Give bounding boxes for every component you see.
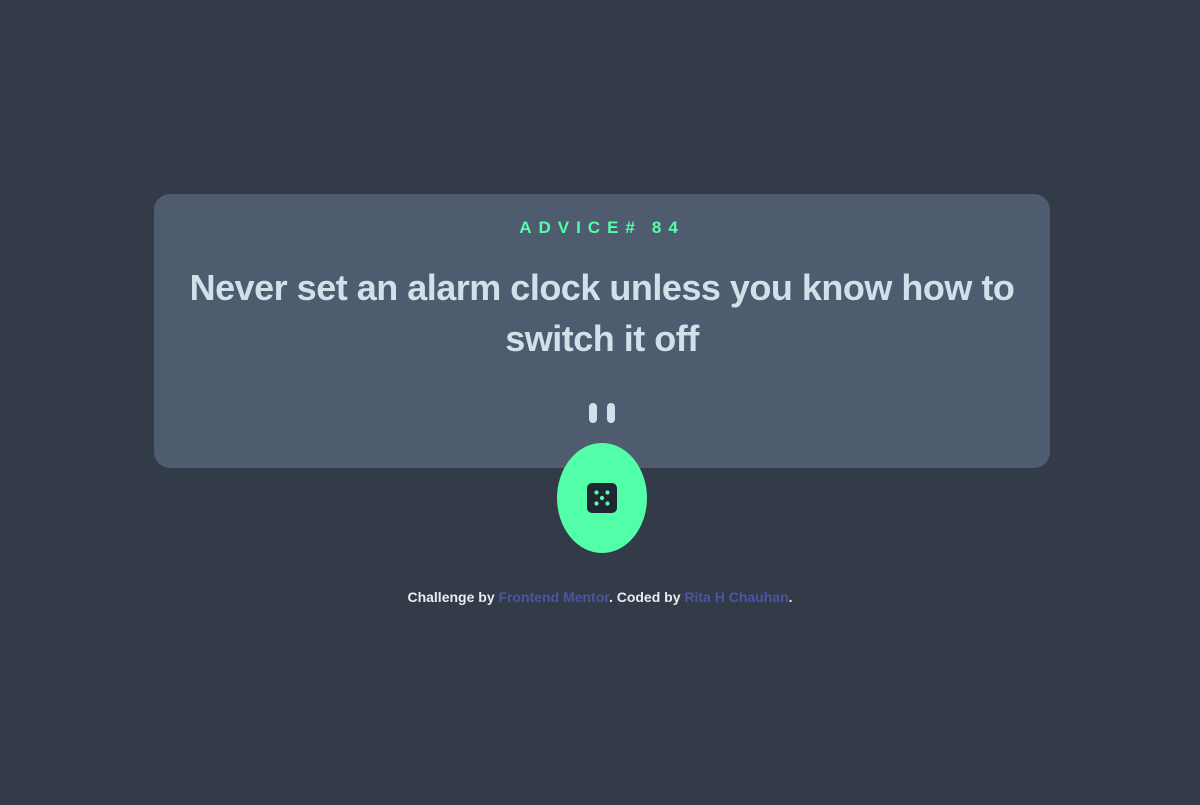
divider-bar-right	[607, 403, 615, 423]
attribution-suffix: .	[788, 589, 793, 605]
dice-icon	[587, 483, 617, 513]
advice-label: ADVICE#	[519, 218, 642, 237]
attribution-prefix: Challenge by	[407, 589, 495, 605]
app-root: ADVICE# 84 Never set an alarm clock unles…	[0, 0, 1200, 805]
author-link[interactable]: Rita H Chauhan	[684, 589, 788, 605]
advice-quote: Never set an alarm clock unless you know…	[189, 267, 1015, 359]
attribution-middle: . Coded by	[608, 589, 681, 605]
attribution: Challenge by Frontend Mentor. Coded by R…	[0, 589, 1200, 605]
divider-bar-left	[589, 403, 597, 423]
new-advice-button[interactable]	[557, 443, 647, 553]
pause-divider-icon	[589, 403, 615, 423]
frontend-mentor-link[interactable]: Frontend Mentor	[499, 589, 609, 605]
advice-id: ADVICE# 84	[154, 218, 1050, 238]
advice-number: 84	[651, 218, 685, 237]
